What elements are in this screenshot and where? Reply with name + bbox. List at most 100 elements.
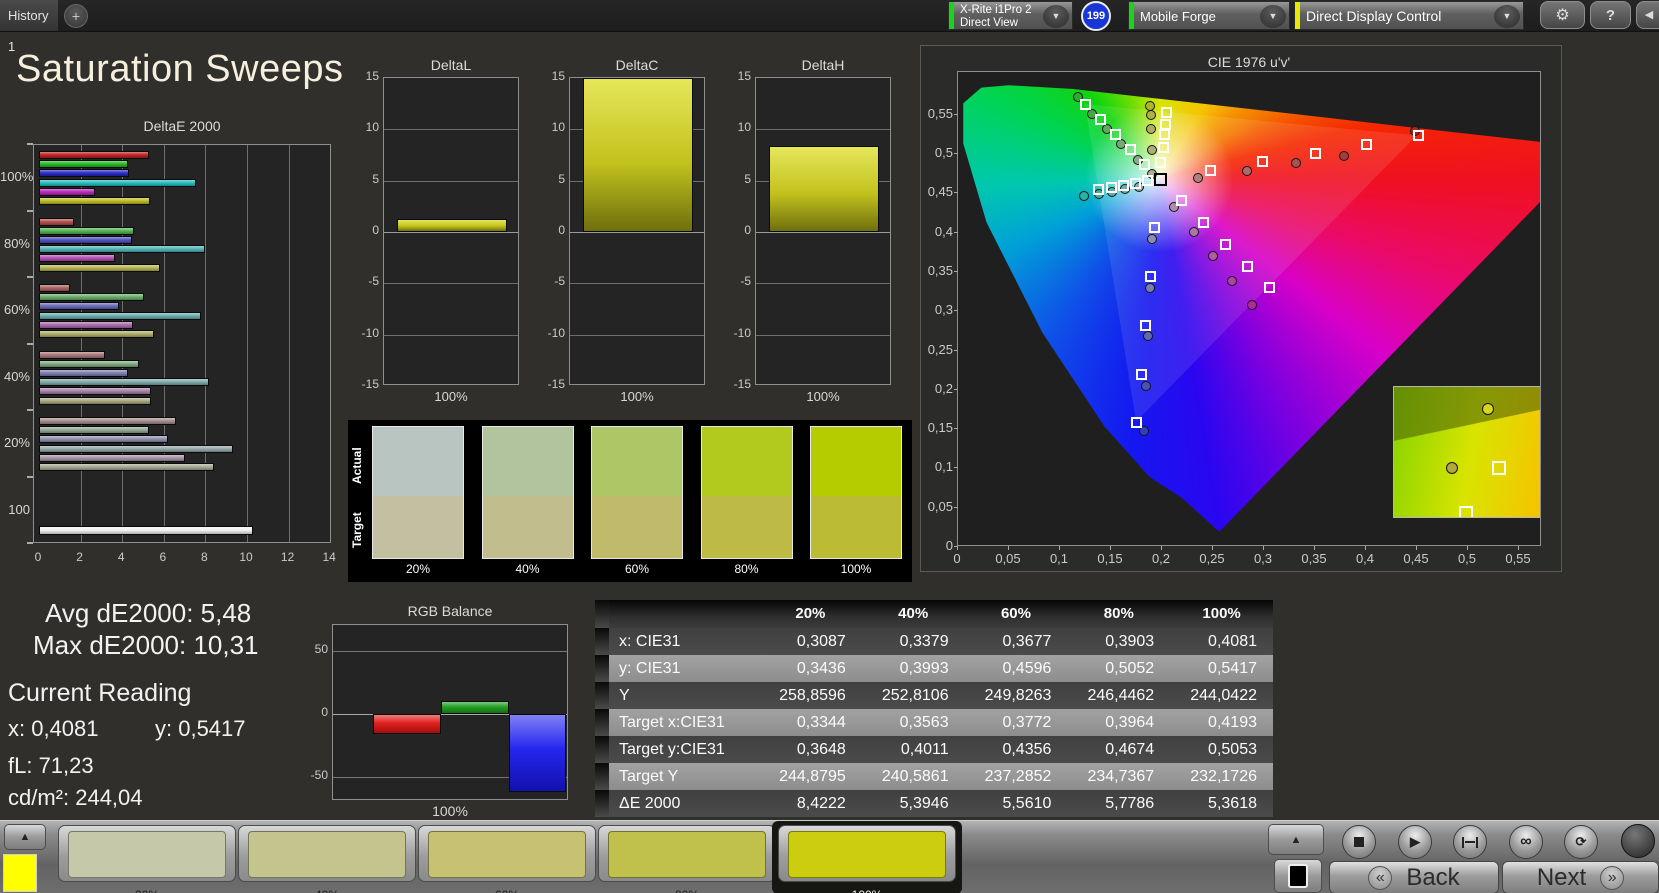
next-button[interactable]: Next »: [1502, 861, 1659, 893]
cell-value: 234,7367: [1087, 768, 1155, 785]
target-swatch: [372, 496, 464, 559]
current-reading-heading: Current Reading: [8, 679, 192, 707]
target-square: [1175, 194, 1187, 206]
y-tick-label: 10: [551, 120, 565, 135]
cell-value: 8,4222: [796, 795, 846, 812]
y-tick-label: -50: [310, 767, 328, 782]
cell-value: 0,3903: [1105, 633, 1155, 650]
x-tick-label: 12: [280, 550, 295, 564]
x-tick-label: 10: [239, 550, 253, 564]
y-tick: [954, 270, 958, 272]
target-square: [1095, 113, 1107, 125]
chevron-down-icon[interactable]: ▼: [1043, 5, 1069, 28]
target-row-label: Target: [350, 512, 364, 548]
step-icon: [1462, 836, 1478, 848]
y-axis-tick: [27, 342, 33, 345]
de2000-bar: [39, 160, 129, 169]
back-button[interactable]: « Back: [1329, 861, 1499, 893]
de2000-bar: [39, 368, 129, 377]
refresh-button[interactable]: ⟳: [1564, 825, 1598, 859]
stop-button[interactable]: [1342, 825, 1376, 859]
gridline: [333, 651, 567, 653]
patch-button[interactable]: 60%: [418, 825, 596, 893]
de2000-bar: [39, 320, 133, 329]
target-square: [1157, 142, 1169, 154]
target-square: [1412, 130, 1424, 142]
y-tick-label: 5: [558, 171, 565, 186]
de2000-bar: [39, 226, 134, 235]
x-tick-label: 0,3: [1253, 551, 1273, 566]
gridline: [756, 283, 890, 285]
y-tick-label: -10: [733, 325, 751, 340]
settings-button[interactable]: ⚙: [1540, 1, 1585, 29]
cell-value: 0,5417: [1208, 660, 1257, 677]
scroll-up-button[interactable]: ▲: [4, 824, 46, 850]
de2000-bar: [39, 396, 152, 405]
y-tick-label: 10: [365, 120, 379, 135]
row-label: Target Y: [619, 768, 679, 785]
gridline: [384, 180, 518, 182]
cell-value: 5,3946: [899, 795, 949, 812]
x-tick: [1008, 546, 1009, 550]
patch-button[interactable]: 100%: [778, 825, 956, 893]
x-tick-label: 4: [117, 550, 125, 564]
de2000-bar: [39, 378, 209, 387]
display-control-dropdown[interactable]: Direct Display Control ▼: [1294, 1, 1524, 30]
x-tick: [1161, 546, 1162, 550]
source-dropdown[interactable]: Mobile Forge ▼: [1128, 1, 1290, 30]
target-swatch: [700, 496, 793, 559]
play-button[interactable]: ▶: [1398, 825, 1432, 859]
y-tick-label: -15: [547, 377, 565, 391]
y-tick: [954, 467, 958, 469]
y-axis-tick: [27, 542, 33, 544]
x-axis-label: 100%: [432, 803, 468, 819]
de2000-bar: [39, 263, 160, 272]
collapse-panel-button[interactable]: ◀: [1636, 1, 1659, 29]
y-tick-label: 0: [372, 223, 379, 237]
patch-button[interactable]: 40%: [238, 825, 416, 893]
help-button[interactable]: ?: [1590, 1, 1631, 29]
deltae-chart: [33, 144, 331, 543]
target-square: [1155, 157, 1167, 169]
patch-label: 60%: [419, 888, 595, 893]
measured-point: [1144, 101, 1155, 112]
cie-chart-title: CIE 1976 u'v': [1207, 54, 1291, 70]
add-tab-button[interactable]: +: [64, 4, 88, 28]
reading-y: y: 0,5417: [155, 716, 246, 741]
de2000-bar: [39, 359, 139, 368]
cell-value: 0,3379: [899, 633, 949, 650]
y-tick: [954, 388, 958, 390]
chevron-down-icon[interactable]: ▼: [1260, 5, 1286, 28]
target-square: [1145, 271, 1157, 283]
patch-label: 20%: [59, 888, 235, 893]
x-tick-label: 0,55: [1505, 551, 1531, 566]
tab-history[interactable]: History 1: [0, 0, 58, 54]
row-label: y: CIE31: [619, 660, 681, 677]
panel-up-button[interactable]: ▲: [1268, 824, 1324, 855]
table-row: Y 258,8596 252,8106 249,8263 246,4462 244,042…: [595, 682, 1273, 709]
x-tick: [1263, 546, 1264, 550]
de2000-bar: [39, 197, 151, 205]
meter-dropdown[interactable]: X-Rite i1Pro 2 Direct View ▼: [948, 1, 1073, 30]
y-tick-label: 0,35: [927, 262, 953, 278]
target-square: [1124, 143, 1136, 155]
x-axis-label: 100%: [434, 389, 468, 404]
deltae-chart-title: DeltaE 2000: [143, 118, 221, 134]
patch-button[interactable]: 20%: [58, 825, 236, 893]
row-label: Target x:CIE31: [619, 714, 725, 731]
page-title: Saturation Sweeps: [16, 48, 344, 90]
stop-pattern-button[interactable]: [1274, 859, 1322, 893]
loop-button[interactable]: ∞: [1509, 825, 1543, 859]
x-tick-label: 0,05: [995, 551, 1021, 566]
step-button[interactable]: [1453, 825, 1487, 859]
x-tick-label: 14: [322, 550, 336, 564]
gridline: [288, 145, 290, 542]
patch-button[interactable]: 80%: [598, 825, 776, 893]
red-balance-bar: [373, 714, 441, 735]
chevron-down-icon[interactable]: ▼: [1494, 5, 1520, 28]
row-label: Y: [619, 687, 630, 704]
gridline: [384, 232, 518, 233]
y-axis-tick: [27, 143, 33, 145]
swatch-label: 20%: [405, 562, 431, 576]
de2000-bar: [39, 254, 115, 263]
